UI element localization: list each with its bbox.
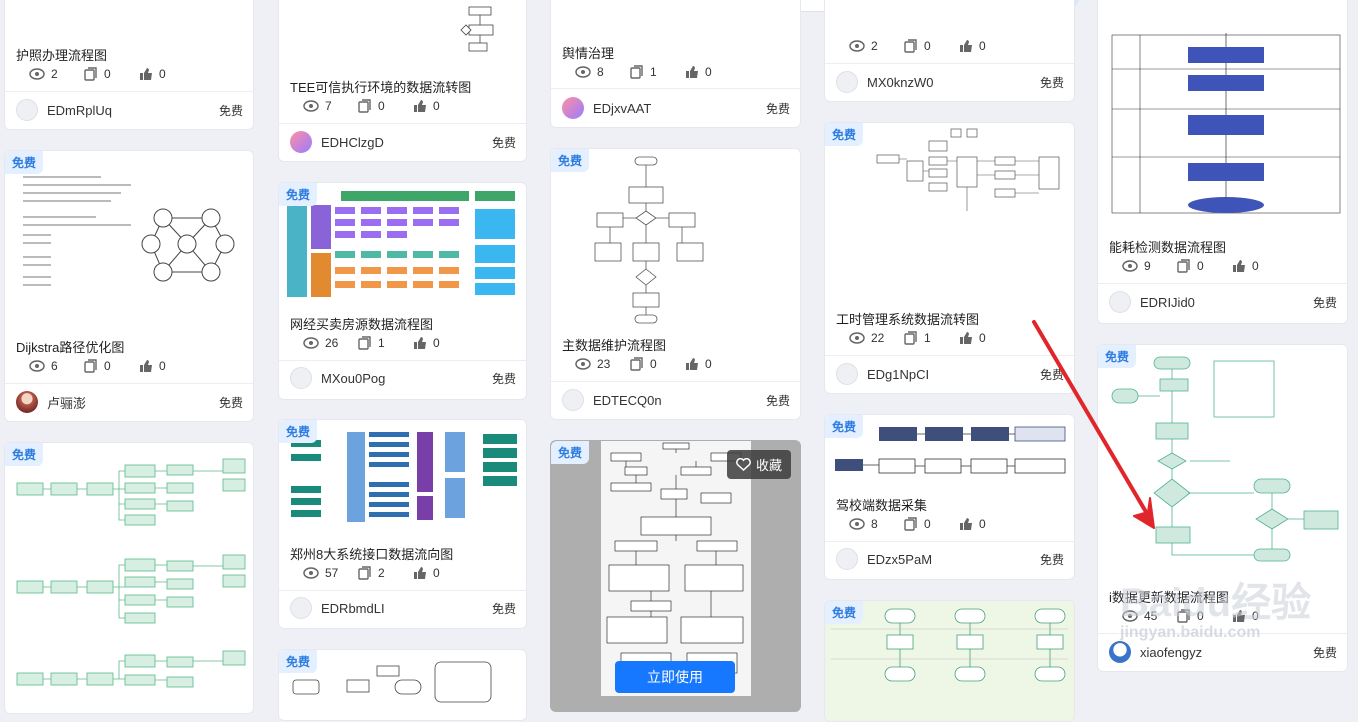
annotation-arrow xyxy=(1032,320,1155,529)
